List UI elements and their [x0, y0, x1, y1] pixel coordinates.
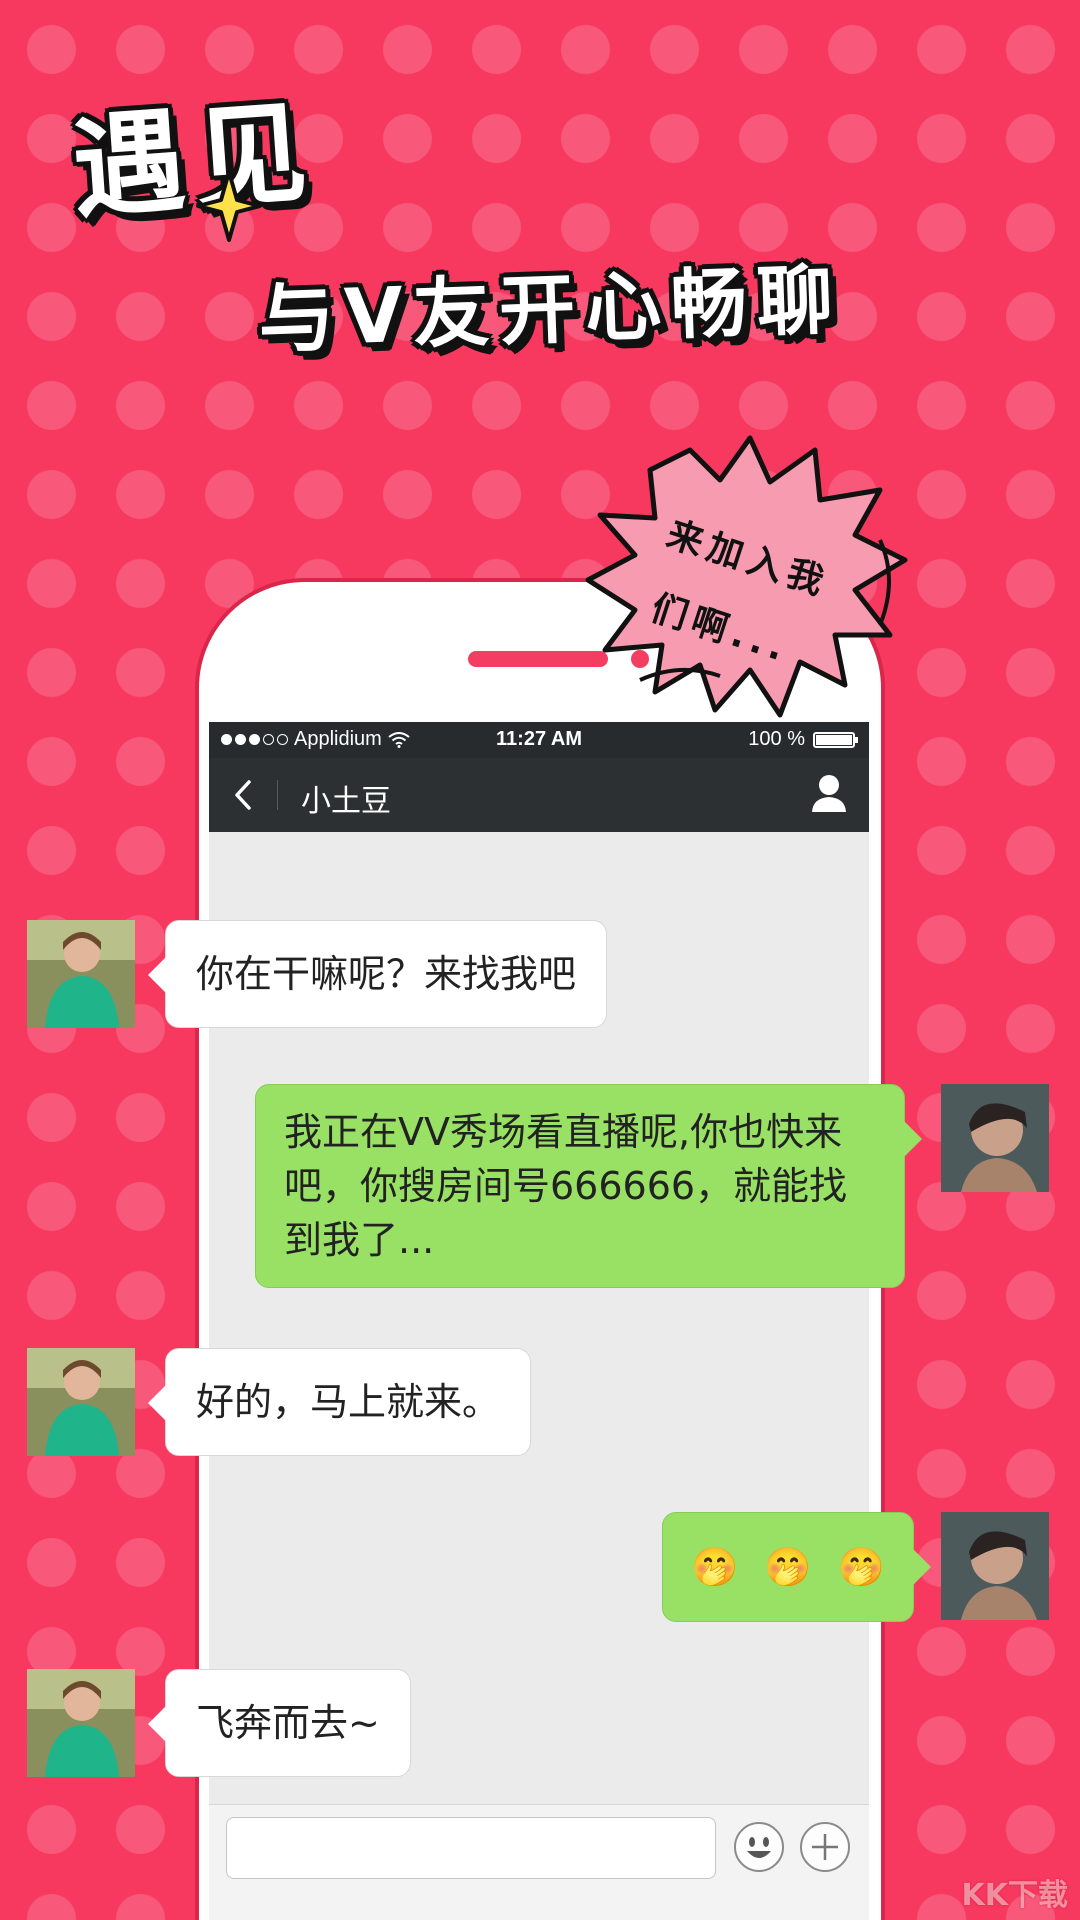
message-bubble-incoming: 好的，马上就来。 — [147, 1348, 532, 1456]
avatar-friend[interactable] — [27, 1669, 135, 1777]
chevron-left-icon[interactable] — [223, 772, 263, 818]
emoji-row: 🤭 🤭 🤭 — [691, 1533, 885, 1601]
shy-face-emoji: 🤭 — [764, 1545, 812, 1589]
avatar-me[interactable] — [941, 1512, 1049, 1620]
message-text: 飞奔而去~ — [196, 1701, 380, 1745]
avatar-me[interactable] — [941, 1084, 1049, 1192]
chat-navbar: 小土豆 — [209, 758, 869, 832]
message-text: 好的，马上就来。 — [196, 1380, 501, 1424]
burst-callout: 来加入我 们啊... — [580, 430, 910, 730]
avatar-friend[interactable] — [27, 920, 135, 1028]
smiley-icon[interactable] — [733, 1821, 785, 1873]
message-bubble-incoming: 飞奔而去~ — [148, 1669, 411, 1777]
input-bar — [209, 1804, 869, 1920]
message-input[interactable] — [226, 1817, 716, 1879]
message-text: 你在干嘛呢？来找我吧 — [196, 952, 577, 996]
battery-label: 100 % — [748, 728, 805, 750]
message-text: 我正在VV秀场看直播呢,你也快来吧，你搜房间号666666，就能找到我了... — [284, 1110, 848, 1262]
message-bubble-outgoing: 🤭 🤭 🤭 — [662, 1512, 931, 1622]
chat-title: 小土豆 — [301, 784, 391, 819]
avatar-friend[interactable] — [27, 1348, 135, 1456]
status-right: 100 % — [748, 728, 858, 751]
nav-divider — [277, 780, 278, 810]
battery-icon — [813, 731, 858, 748]
shy-face-emoji: 🤭 — [837, 1545, 885, 1589]
headline-line1: 遇见 — [68, 87, 321, 235]
headline: 遇见 与V友开心畅聊 — [0, 0, 1080, 365]
watermark: KK下载 — [961, 1878, 1069, 1913]
message-bubble-outgoing: 我正在VV秀场看直播呢,你也快来吧，你搜房间号666666，就能找到我了... — [255, 1084, 922, 1288]
sparkle-icon — [196, 170, 262, 242]
headline-line2: 与V友开心畅聊 — [256, 254, 845, 365]
message-bubble-incoming: 你在干嘛呢？来找我吧 — [147, 920, 608, 1028]
user-icon[interactable] — [809, 772, 849, 816]
shy-face-emoji: 🤭 — [691, 1545, 739, 1589]
plus-icon[interactable] — [799, 1821, 851, 1873]
